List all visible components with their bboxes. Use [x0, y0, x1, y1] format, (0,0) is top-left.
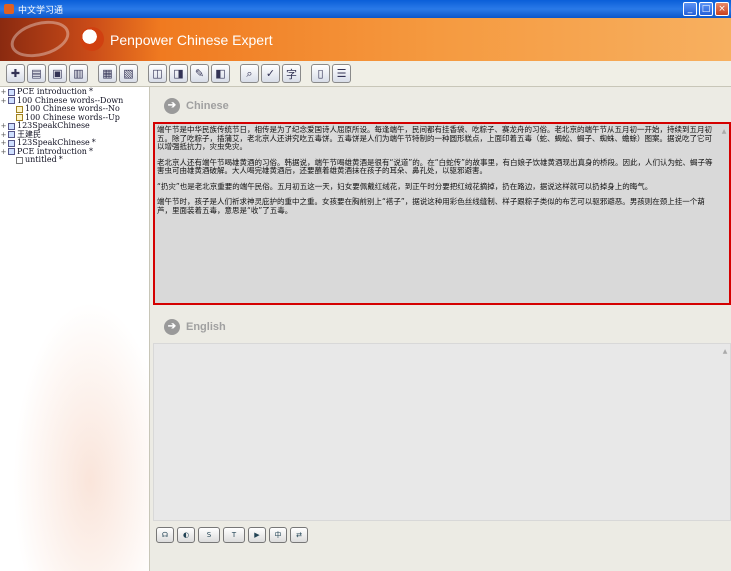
content-area: ➔ Chinese 端午节是中华民族传统节日，相传是为了纪念爱国诗人屈原所设。每…: [150, 87, 731, 571]
window-title: 中文学习通: [18, 5, 64, 16]
book-icon: [8, 97, 15, 105]
modified-mark: *: [58, 155, 63, 164]
check-icon[interactable]: ✓: [261, 64, 280, 83]
expand-icon[interactable]: +: [0, 88, 7, 97]
save-icon[interactable]: ▣: [48, 64, 67, 83]
tree-item[interactable]: + PCE introduction *: [0, 146, 149, 157]
english-pane-title: English: [186, 321, 226, 333]
save-as-icon[interactable]: ▥: [69, 64, 88, 83]
chinese-pane-title: Chinese: [186, 100, 229, 112]
chinese-pane-header[interactable]: ➔ Chinese: [164, 96, 229, 116]
expand-icon[interactable]: +: [0, 97, 7, 106]
book-icon: [8, 88, 15, 96]
book-icon: [8, 131, 15, 139]
close-button[interactable]: ×: [715, 2, 729, 16]
translate-button-icon[interactable]: ⇄: [290, 527, 308, 543]
document-icon[interactable]: ▯: [311, 64, 330, 83]
file-icon: [16, 156, 23, 164]
app-banner: Penpower Chinese Expert: [0, 14, 731, 64]
new-icon[interactable]: ✚: [6, 64, 25, 83]
title-bar: 中文学习通 _ □ ×: [0, 0, 731, 18]
tree-item[interactable]: untitled *: [0, 155, 149, 165]
bottom-toolbar: ☊ ◐ S T ▶ 中 ⇄: [156, 527, 308, 543]
book-icon: [8, 139, 15, 147]
list-icon[interactable]: ☰: [332, 64, 351, 83]
penpower-logo-icon: [80, 27, 104, 51]
dictionary-icon[interactable]: ◫: [148, 64, 167, 83]
product-name: Penpower Chinese Expert: [110, 32, 273, 48]
document-tree: + PCE introduction * +100 Chinese words--Do…: [0, 87, 150, 571]
book-icon: [8, 122, 15, 130]
chinese-paragraph: 端午节时，孩子是人们祈求神灵庇护的重中之重。女孩要在胸前别上“褡子”，据说这种用…: [157, 197, 705, 215]
maximize-button[interactable]: □: [699, 2, 713, 16]
record-icon[interactable]: ◐: [177, 527, 195, 543]
tag-icon[interactable]: ◧: [211, 64, 230, 83]
export-icon[interactable]: ▧: [119, 64, 138, 83]
minimize-button[interactable]: _: [683, 2, 697, 16]
arrow-right-icon: ➔: [164, 98, 180, 114]
speak-icon[interactable]: ☊: [156, 527, 174, 543]
arrow-right-icon: ➔: [164, 319, 180, 335]
chinese-traditional-icon[interactable]: T: [223, 527, 245, 543]
search-icon[interactable]: ⌕: [240, 64, 259, 83]
expand-icon[interactable]: +: [0, 148, 7, 157]
book-icon: [8, 148, 15, 156]
chinese-scrollbar[interactable]: ▲: [721, 128, 727, 299]
background-sketch: [0, 271, 149, 571]
print-icon[interactable]: ▦: [98, 64, 117, 83]
chinese-paragraph: 老北京人还有端午节喝雄黄酒的习俗。韩据说，端午节喝雄黄酒是很有“说道”的。在“白…: [157, 157, 713, 175]
translate-icon[interactable]: 字: [282, 64, 301, 83]
lookup-icon[interactable]: ◨: [169, 64, 188, 83]
expand-icon[interactable]: +: [0, 131, 7, 140]
expand-icon[interactable]: +: [0, 139, 7, 148]
main-toolbar: ✚ ▤ ▣ ▥ ▦ ▧ ◫ ◨ ✎ ◧ ⌕ ✓ 字 ▯ ☰: [0, 61, 731, 87]
convert-icon[interactable]: 中: [269, 527, 287, 543]
chinese-paragraph: 端午节是中华民族传统节日，相传是为了纪念爱国诗人屈原所设。每逢端午，民间都有挂香…: [157, 125, 712, 151]
play-icon[interactable]: ▶: [248, 527, 266, 543]
modified-mark: *: [88, 146, 93, 156]
english-text-area[interactable]: ▲: [153, 343, 731, 521]
chinese-paragraph: “扔灾”也是老北京重要的端午民俗。五月初五这一天，妇女要佩戴红绒花，到正午时分要…: [157, 181, 653, 191]
chinese-simplified-icon[interactable]: S: [198, 527, 220, 543]
app-icon: [4, 4, 14, 14]
english-scrollbar[interactable]: ▲: [722, 348, 728, 516]
open-icon[interactable]: ▤: [27, 64, 46, 83]
expand-icon[interactable]: +: [0, 122, 7, 131]
doc-icon: [16, 105, 23, 113]
banner-swirl-graphic: [6, 14, 74, 64]
note-icon[interactable]: ✎: [190, 64, 209, 83]
chinese-text-area[interactable]: 端午节是中华民族传统节日，相传是为了纪念爱国诗人屈原所设。每逢端午，民间都有挂香…: [153, 122, 731, 305]
english-pane-header[interactable]: ➔ English: [164, 317, 226, 337]
tree-item-label: untitled: [25, 155, 57, 164]
